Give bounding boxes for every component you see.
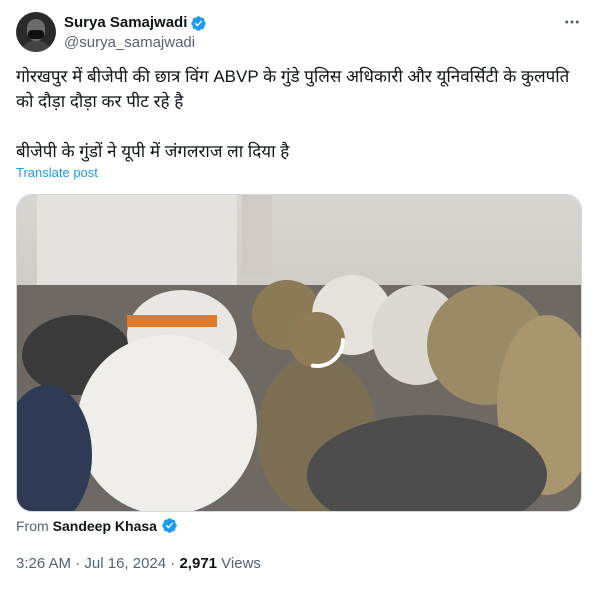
tweet-date[interactable]: Jul 16, 2024 (84, 555, 166, 572)
display-name[interactable]: Surya Samajwadi (64, 13, 187, 33)
tweet-meta: 3:26 AM · Jul 16, 2024 · 2,971 Views (16, 555, 261, 572)
source-author-name[interactable]: Sandeep Khasa (53, 518, 157, 534)
verified-badge-icon (191, 15, 207, 31)
tweet-time[interactable]: 3:26 AM (16, 555, 71, 572)
tweet-text: गोरखपुर में बीजेपी की छात्र विंग ABVP के… (16, 67, 570, 161)
verified-badge-icon (162, 518, 177, 533)
from-label: From (16, 517, 49, 534)
author-names: Surya Samajwadi @surya_samajwadi (64, 13, 207, 53)
meta-separator: · (166, 555, 180, 572)
author-handle[interactable]: @surya_samajwadi (64, 33, 207, 53)
meta-separator: · (71, 555, 85, 572)
views-count: 2,971 (179, 555, 218, 572)
video-source: From Sandeep Khasa (16, 517, 178, 534)
video-player[interactable] (16, 194, 582, 512)
avatar[interactable] (16, 12, 56, 52)
more-options-icon[interactable] (562, 12, 582, 32)
translate-post-link[interactable]: Translate post (16, 165, 98, 180)
tweet-header: Surya Samajwadi @surya_samajwadi (16, 12, 582, 56)
views-label: Views (217, 555, 261, 572)
video-frame (17, 195, 581, 511)
